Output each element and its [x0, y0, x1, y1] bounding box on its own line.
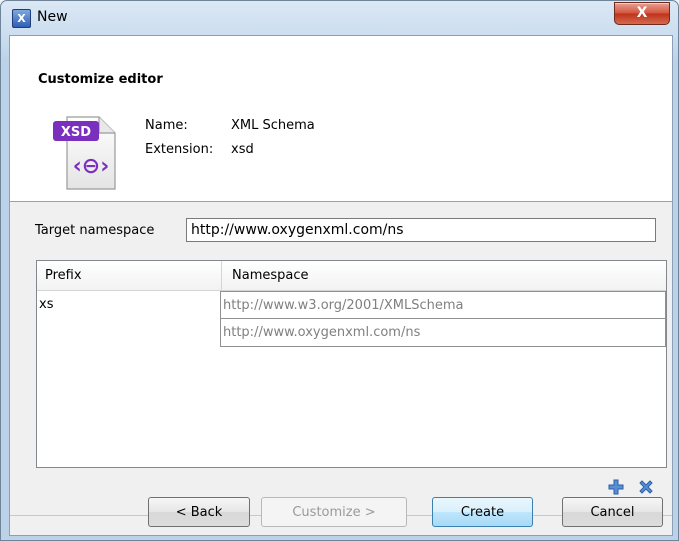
schema-symbol: ‹⊖›: [73, 154, 110, 179]
add-icon[interactable]: [608, 479, 624, 495]
target-namespace-label: Target namespace: [35, 223, 155, 238]
window-title: New: [37, 9, 68, 25]
target-namespace-input[interactable]: [186, 218, 656, 242]
name-label: Name:: [145, 118, 188, 133]
column-header-prefix[interactable]: Prefix: [37, 261, 222, 291]
remove-icon[interactable]: [638, 479, 654, 495]
customize-button[interactable]: Customize >: [261, 497, 407, 527]
xsd-badge-text: XSD: [61, 125, 91, 140]
namespace-table[interactable]: Prefix Namespace xs http://www.w3.org/20…: [36, 260, 667, 468]
column-header-namespace[interactable]: Namespace: [222, 261, 666, 291]
close-icon: X: [636, 5, 648, 21]
table-row[interactable]: xs http://www.w3.org/2001/XMLSchema: [37, 291, 666, 319]
xsd-file-icon: XSD ‹⊖›: [53, 116, 116, 190]
namespace-cell[interactable]: http://www.oxygenxml.com/ns: [220, 319, 666, 347]
header-panel: Customize editor XSD ‹⊖› Name: XML Schem…: [10, 36, 672, 202]
header-title: Customize editor: [38, 72, 163, 87]
prefix-cell[interactable]: [37, 319, 220, 347]
prefix-cell[interactable]: xs: [37, 291, 220, 319]
table-row[interactable]: http://www.oxygenxml.com/ns: [37, 319, 666, 347]
namespace-cell[interactable]: http://www.w3.org/2001/XMLSchema: [220, 291, 666, 319]
extension-value: xsd: [231, 142, 254, 157]
create-button[interactable]: Create: [432, 497, 533, 527]
close-button[interactable]: X: [614, 2, 670, 25]
dialog-content: Customize editor XSD ‹⊖› Name: XML Schem…: [9, 35, 673, 536]
extension-label: Extension:: [145, 142, 214, 157]
name-value: XML Schema: [231, 118, 315, 133]
back-button[interactable]: < Back: [148, 497, 250, 527]
title-bar[interactable]: X New X: [1, 1, 678, 35]
dialog-window: X New X Customize editor XSD ‹⊖› Name: X…: [0, 0, 679, 541]
cancel-button[interactable]: Cancel: [562, 497, 663, 527]
app-icon: X: [12, 9, 31, 28]
